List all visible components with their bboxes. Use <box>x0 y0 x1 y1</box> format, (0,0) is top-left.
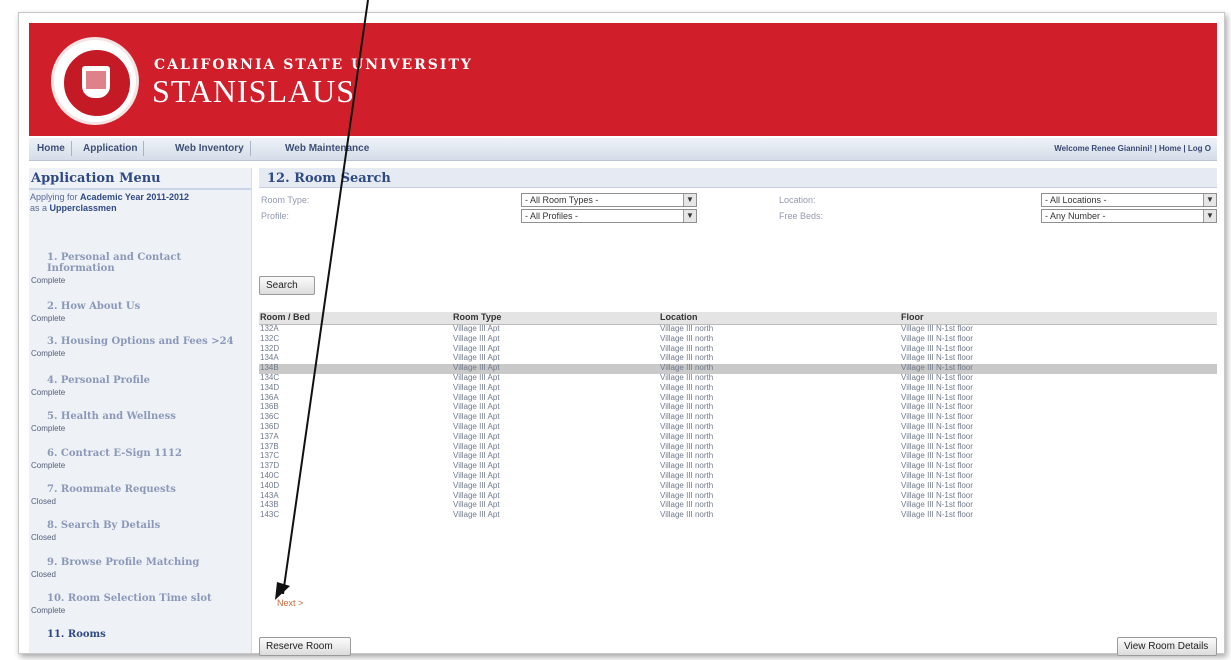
annotation-arrow-line <box>282 0 369 595</box>
annotation-arrow-head-icon <box>275 582 290 600</box>
annotation-arrow <box>275 0 369 600</box>
